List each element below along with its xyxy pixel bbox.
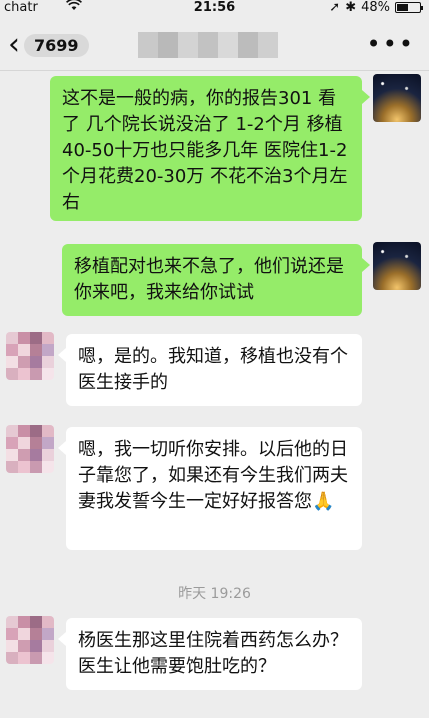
message-bubble-self[interactable]: 移植配对也来不急了，他们说还是你来吧，我来给你试试 xyxy=(62,244,370,316)
message-bubble-peer[interactable]: 嗯，我一切听你安排。以后他的日子靠您了，如果还有今生我们两夫妻我发誓今生一定好好… xyxy=(58,427,362,550)
praying-hands-emoji: 🙏 xyxy=(312,491,335,512)
chat-header: ‹ 7699 ••• xyxy=(0,20,429,71)
peer-avatar[interactable] xyxy=(6,332,54,380)
chat-timestamp: 昨天 19:26 xyxy=(178,586,251,602)
chevron-left-icon: ‹ xyxy=(8,27,20,62)
message-bubble-peer[interactable]: 杨医生那这里住院着西药怎么办？医生让他需要饱肚吃的？ xyxy=(58,618,362,690)
more-options-button[interactable]: ••• xyxy=(367,30,415,58)
message-text: 嗯，我一切听你安排。以后他的日子靠您了，如果还有今生我们两夫妻我发誓今生一定好好… xyxy=(78,439,348,512)
message-bubble-self[interactable]: 这不是一般的病，你的报告301 看了 几个院长说没治了 1-2个月 移植40-5… xyxy=(50,76,370,221)
bluetooth-icon: ✱ xyxy=(345,0,357,15)
location-arrow-icon: ➚ xyxy=(329,0,341,15)
battery-icon xyxy=(395,2,423,13)
unread-count-badge: 7699 xyxy=(24,33,89,57)
message-bubble-peer[interactable]: 嗯，是的。我知道，移植也没有个医生接手的 xyxy=(58,334,362,406)
status-bar: chatr 21:56 ➚ ✱ 48% xyxy=(0,0,429,18)
battery-fill xyxy=(397,4,408,11)
self-avatar[interactable] xyxy=(373,74,421,122)
chat-title-redacted xyxy=(138,32,278,58)
peer-avatar[interactable] xyxy=(6,425,54,473)
peer-avatar[interactable] xyxy=(6,616,54,664)
self-avatar[interactable] xyxy=(373,242,421,290)
battery-percent: 48% xyxy=(361,0,390,15)
back-button[interactable]: ‹ 7699 xyxy=(8,30,89,60)
